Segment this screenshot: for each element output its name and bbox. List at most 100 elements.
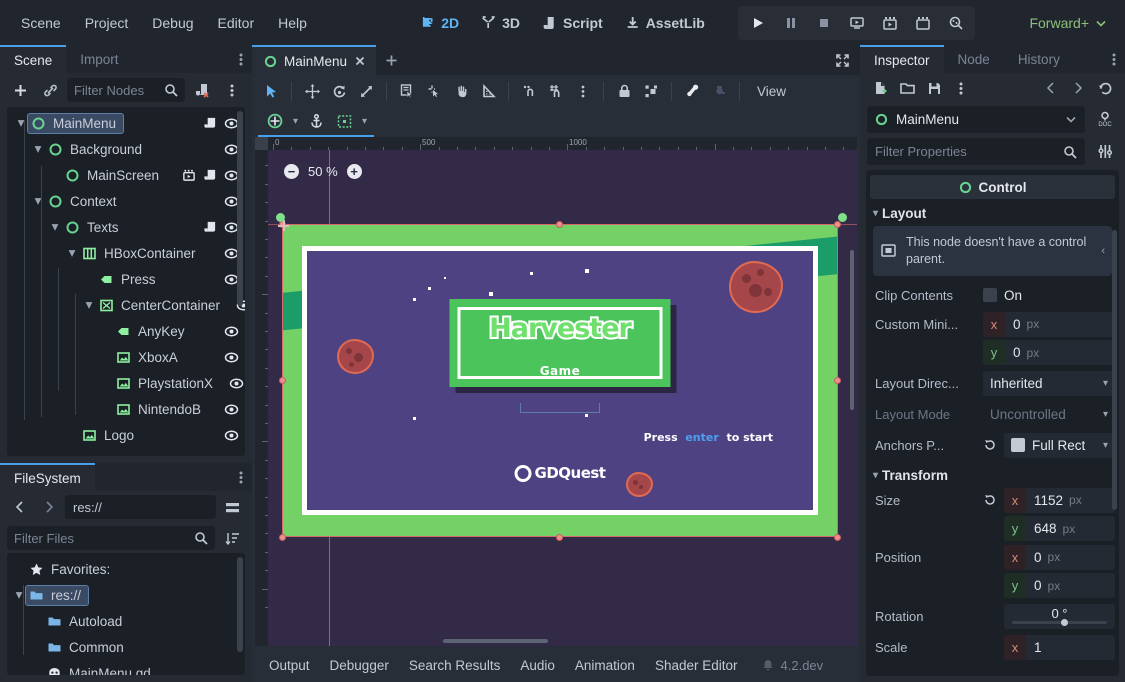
save-resource-button[interactable]: [921, 75, 947, 101]
anchor-handle-tr[interactable]: [838, 213, 847, 222]
attach-script-button[interactable]: [189, 77, 215, 103]
zoom-in-button[interactable]: +: [347, 164, 362, 179]
remote-debug-button[interactable]: [940, 9, 971, 37]
inspector-scrollbar[interactable]: [1112, 230, 1117, 510]
filter-nodes-field[interactable]: [67, 78, 185, 102]
fs-item-favorites-[interactable]: Favorites:: [7, 556, 245, 582]
property-custom-minimum-size-x[interactable]: Custom Mini... x 0 px: [870, 311, 1115, 338]
scene-tree-item-press[interactable]: Press: [7, 266, 245, 292]
container-sizing-button[interactable]: [331, 108, 357, 134]
inspected-object-selector[interactable]: MainMenu: [867, 106, 1085, 133]
play-scene-button[interactable]: [841, 9, 872, 37]
ruler-corner[interactable]: [255, 137, 268, 150]
grid-snap-button[interactable]: [543, 78, 569, 104]
bottom-tab-audio[interactable]: Audio: [511, 654, 564, 677]
property-size-x[interactable]: Size x 1152 px: [870, 487, 1115, 514]
pan-mode-button[interactable]: [448, 78, 474, 104]
scene-tree-item-centercontainer[interactable]: ▾CenterContainer: [7, 292, 245, 318]
inspector-properties-panel[interactable]: Control ▾ Layout This node doesn't have …: [866, 170, 1119, 676]
scene-tree-options-button[interactable]: [219, 77, 245, 103]
movie-writer-button[interactable]: [907, 9, 938, 37]
open-documentation-button[interactable]: DOC: [1092, 106, 1118, 132]
property-group-layout[interactable]: ▾ Layout: [870, 202, 1115, 224]
scene-tree-item-nintendob[interactable]: NintendoB: [7, 396, 245, 422]
property-scale-x[interactable]: Scale x 1: [870, 632, 1115, 663]
skeleton-button[interactable]: [679, 78, 705, 104]
script-indicator[interactable]: [203, 220, 217, 234]
lock-button[interactable]: [611, 78, 637, 104]
script-indicator[interactable]: [203, 116, 217, 130]
visibility-toggle[interactable]: [229, 376, 244, 391]
property-position-x[interactable]: Position x 0 px: [870, 544, 1115, 571]
tree-twisty[interactable]: ▾: [49, 219, 61, 235]
scale-mode-button[interactable]: [353, 78, 379, 104]
tree-twisty[interactable]: ▾: [66, 245, 78, 261]
view-menu-button[interactable]: View: [747, 84, 796, 99]
zoom-out-button[interactable]: −: [284, 164, 299, 179]
viewport-hscrollbar[interactable]: [443, 639, 548, 643]
snap-mode-button[interactable]: [516, 78, 542, 104]
scene-tree-item-logo[interactable]: Logo: [7, 422, 245, 448]
fs-back-button[interactable]: [7, 494, 33, 520]
scene-tree-item-texts[interactable]: ▾Texts: [7, 214, 245, 240]
size-y-field[interactable]: y 648 px: [1004, 516, 1115, 541]
size-x-field[interactable]: x 1152 px: [1004, 488, 1115, 513]
filter-properties-field[interactable]: [867, 138, 1085, 165]
visibility-toggle[interactable]: [224, 428, 239, 443]
inspector-dock-menu-button[interactable]: [1103, 45, 1125, 73]
pivot-mode-button[interactable]: [421, 78, 447, 104]
visibility-toggle[interactable]: [224, 350, 239, 365]
custom-min-size-x-field[interactable]: x 0 px: [983, 312, 1115, 337]
anchor-preset-chevron[interactable]: ▾: [290, 116, 301, 127]
tab-scene[interactable]: Scene: [0, 45, 66, 73]
scene-tree-item-playstationx[interactable]: PlaystationX: [7, 370, 245, 396]
mode-tab-3d[interactable]: 3D: [472, 10, 529, 36]
anchor-button[interactable]: [303, 108, 329, 134]
visibility-toggle[interactable]: [224, 402, 239, 417]
mode-tab-script[interactable]: Script: [533, 10, 612, 36]
fs-toggle-split-button[interactable]: [219, 494, 245, 520]
selection-handle-br[interactable]: [834, 534, 841, 541]
canvas-viewport-area[interactable]: 05001000 − 50 % +: [255, 137, 857, 646]
filesystem-scrollbar[interactable]: [237, 557, 243, 652]
load-resource-button[interactable]: [894, 75, 920, 101]
scene-dock-menu-button[interactable]: [230, 45, 252, 73]
bottom-tab-output[interactable]: Output: [260, 654, 319, 677]
inspector-forward-button[interactable]: [1065, 75, 1091, 101]
selection-handle-bc[interactable]: [556, 534, 563, 541]
rotate-mode-button[interactable]: [326, 78, 352, 104]
tree-twisty[interactable]: ▾: [32, 193, 44, 209]
inspector-history-button[interactable]: [1092, 75, 1118, 101]
fs-forward-button[interactable]: [36, 494, 62, 520]
scene-tree-item-mainscreen[interactable]: MainScreen: [7, 162, 245, 188]
layout-direction-dropdown[interactable]: Inherited ▾: [983, 371, 1115, 396]
add-node-button[interactable]: [7, 77, 33, 103]
instance-child-scene-button[interactable]: [37, 77, 63, 103]
fs-item-common[interactable]: Common: [7, 634, 245, 660]
inspector-back-button[interactable]: [1038, 75, 1064, 101]
renderer-selector[interactable]: Forward+: [1023, 11, 1113, 35]
fs-item-res---[interactable]: ▾res://: [7, 582, 245, 608]
scene-tab-mainmenu[interactable]: MainMenu: [252, 45, 376, 75]
custom-min-size-y-field[interactable]: y 0 px: [983, 340, 1115, 365]
notice-collapse-chevron[interactable]: ‹: [1101, 245, 1105, 257]
scene-tree[interactable]: ▾MainMenu▾BackgroundMainScreen▾Context▾T…: [7, 107, 245, 456]
property-position-y[interactable]: y 0 px: [870, 571, 1115, 601]
property-custom-minimum-size-y[interactable]: y 0 px: [870, 338, 1115, 368]
script-indicator[interactable]: [203, 168, 217, 182]
filter-files-field[interactable]: [7, 526, 215, 550]
bottom-tab-debugger[interactable]: Debugger: [321, 654, 398, 677]
position-x-field[interactable]: x 0 px: [1004, 545, 1115, 570]
ruler-mode-button[interactable]: [475, 78, 501, 104]
rotation-slider[interactable]: 0 °: [1004, 604, 1115, 629]
filesystem-tree[interactable]: Favorites:▾res://AutoloadCommonMainMenu.…: [7, 553, 245, 675]
menu-scene[interactable]: Scene: [10, 10, 72, 36]
selection-handle-mr[interactable]: [834, 377, 841, 384]
property-clip-contents[interactable]: Clip Contents On: [870, 280, 1115, 311]
bottom-tab-shader-editor[interactable]: Shader Editor: [646, 654, 747, 677]
tab-filesystem[interactable]: FileSystem: [0, 463, 95, 491]
new-resource-button[interactable]: [867, 75, 893, 101]
tab-node[interactable]: Node: [944, 45, 1004, 73]
pause-button[interactable]: [775, 9, 806, 37]
property-size-y[interactable]: y 648 px: [870, 514, 1115, 544]
